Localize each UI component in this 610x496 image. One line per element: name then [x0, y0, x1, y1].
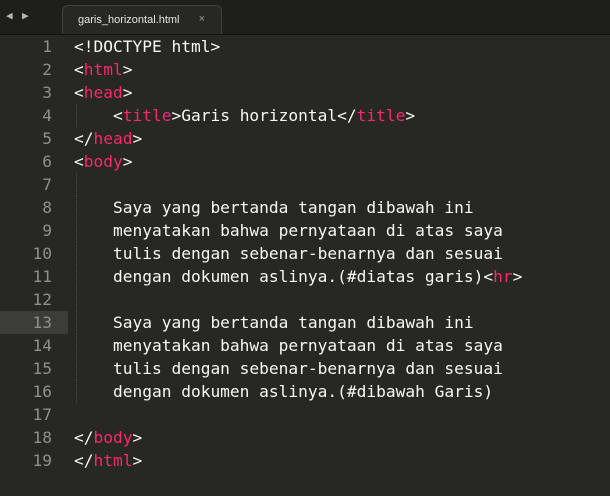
tab-prev-icon[interactable]: ◀ [6, 9, 13, 22]
code-line[interactable]: 1 <!DOCTYPE html> [0, 35, 610, 58]
code-line[interactable]: 4 <title>Garis horizontal</title> [0, 104, 610, 127]
tag-name-token: body [83, 152, 123, 171]
code-line[interactable]: 7 [0, 173, 610, 196]
line-number: 1 [42, 37, 52, 56]
tag-name-token: body [93, 428, 133, 447]
line-source: <body> [74, 150, 132, 173]
code-line[interactable]: 17 [0, 403, 610, 426]
line-number: 11 [32, 267, 53, 286]
close-icon[interactable]: × [199, 13, 205, 25]
line-number: 5 [42, 129, 52, 148]
text-token: > [512, 267, 523, 286]
text-token: < [74, 83, 84, 102]
tag-name-token: head [93, 129, 133, 148]
code-line[interactable]: 15 tulis dengan sebenar-benarnya dan ses… [0, 357, 610, 380]
line-number: 8 [42, 198, 52, 217]
line-number: 15 [32, 359, 53, 378]
text-token: menyatakan bahwa pernyataan di atas saya [74, 221, 503, 240]
text-token: dengan dokumen aslinya.(#diatas garis)< [74, 267, 494, 286]
text-token: > [122, 60, 133, 79]
code-editor[interactable]: 1 <!DOCTYPE html> 2 <html> 3 <head> 4 <title>G… [0, 35, 610, 496]
tag-name-token: html [83, 60, 123, 79]
line-number: 2 [42, 60, 52, 79]
line-source: dengan dokumen aslinya.(#dibawah Garis) [74, 380, 493, 403]
code-line[interactable]: 5 </head> [0, 127, 610, 150]
text-token: > [132, 129, 143, 148]
line-source: <title>Garis horizontal</title> [74, 104, 415, 127]
line-source: </body> [74, 426, 142, 449]
text-token: </ [74, 428, 94, 447]
tag-name-token: title [356, 106, 406, 125]
text-token: > [122, 152, 133, 171]
line-number: 13 [32, 313, 53, 332]
indent-guide [76, 173, 77, 196]
text-token: </ [74, 451, 94, 470]
tag-name-token: hr [493, 267, 513, 286]
line-source: Saya yang bertanda tangan dibawah ini [74, 196, 474, 219]
tab-next-icon[interactable]: ▶ [22, 9, 29, 22]
code-line[interactable]: 3 <head> [0, 81, 610, 104]
tag-name-token: head [83, 83, 123, 102]
line-source: dengan dokumen aslinya.(#diatas garis)<h… [74, 265, 522, 288]
code-line[interactable]: 18 </body> [0, 426, 610, 449]
text-token: > [405, 106, 416, 125]
line-number: 18 [32, 428, 53, 447]
editor-window: ◀ ▶ garis_horizontal.html × 1 <!DOCTYPE h… [0, 0, 610, 496]
text-token: > [132, 428, 143, 447]
code-line[interactable]: 10 tulis dengan sebenar-benarnya dan ses… [0, 242, 610, 265]
code-line[interactable]: 19 </html> [0, 449, 610, 472]
text-token: <!DOCTYPE html> [74, 37, 221, 56]
code-line[interactable]: 8 Saya yang bertanda tangan dibawah ini [0, 196, 610, 219]
tab-bar: ◀ ▶ garis_horizontal.html × [0, 0, 610, 35]
code-line[interactable]: 16 dengan dokumen aslinya.(#dibawah Gari… [0, 380, 610, 403]
line-number: 12 [32, 290, 53, 309]
line-source: tulis dengan sebenar-benarnya dan sesuai [74, 242, 503, 265]
code-line[interactable]: 11 dengan dokumen aslinya.(#diatas garis… [0, 265, 610, 288]
text-token: </ [74, 129, 94, 148]
line-source: </head> [74, 127, 142, 150]
line-source: <!DOCTYPE html> [74, 35, 220, 58]
line-source: </html> [74, 449, 142, 472]
code-line[interactable]: 9 menyatakan bahwa pernyataan di atas sa… [0, 219, 610, 242]
tab-label: garis_horizontal.html [78, 14, 180, 26]
line-number: 4 [42, 106, 52, 125]
code-area[interactable]: 1 <!DOCTYPE html> 2 <html> 3 <head> 4 <title>G… [0, 35, 610, 472]
tag-name-token: title [122, 106, 172, 125]
tag-name-token: html [93, 451, 133, 470]
line-source: Saya yang bertanda tangan dibawah ini [74, 311, 474, 334]
line-source: <head> [74, 81, 132, 104]
text-token: > [122, 83, 133, 102]
line-number: 14 [32, 336, 53, 355]
line-number: 3 [42, 83, 52, 102]
code-line[interactable]: 12 [0, 288, 610, 311]
line-number: 16 [32, 382, 53, 401]
line-number: 10 [32, 244, 53, 263]
text-token: tulis dengan sebenar-benarnya dan sesuai [74, 244, 503, 263]
line-source: <html> [74, 58, 132, 81]
code-line[interactable]: 13 Saya yang bertanda tangan dibawah ini [0, 311, 610, 334]
text-token: >Garis horizontal</ [171, 106, 357, 125]
indent-guide [76, 288, 77, 311]
line-number: 9 [42, 221, 52, 240]
code-line[interactable]: 2 <html> [0, 58, 610, 81]
text-token: < [74, 152, 84, 171]
line-number: 6 [42, 152, 52, 171]
text-token: Saya yang bertanda tangan dibawah ini [74, 313, 474, 332]
code-line[interactable]: 14 menyatakan bahwa pernyataan di atas s… [0, 334, 610, 357]
text-token: Saya yang bertanda tangan dibawah ini [74, 198, 474, 217]
text-token: dengan dokumen aslinya.(#dibawah Garis) [74, 382, 494, 401]
text-token: menyatakan bahwa pernyataan di atas saya [74, 336, 503, 355]
line-source: menyatakan bahwa pernyataan di atas saya [74, 219, 503, 242]
line-source: menyatakan bahwa pernyataan di atas saya [74, 334, 503, 357]
text-token: > [132, 451, 143, 470]
line-source: tulis dengan sebenar-benarnya dan sesuai [74, 357, 503, 380]
line-number: 17 [32, 405, 53, 424]
text-token: tulis dengan sebenar-benarnya dan sesuai [74, 359, 503, 378]
tab-garis-horizontal[interactable]: garis_horizontal.html × [62, 5, 222, 34]
code-line[interactable]: 6 <body> [0, 150, 610, 173]
text-token: < [74, 60, 84, 79]
line-number: 7 [42, 175, 52, 194]
text-token: < [74, 106, 123, 125]
line-number: 19 [32, 451, 53, 470]
